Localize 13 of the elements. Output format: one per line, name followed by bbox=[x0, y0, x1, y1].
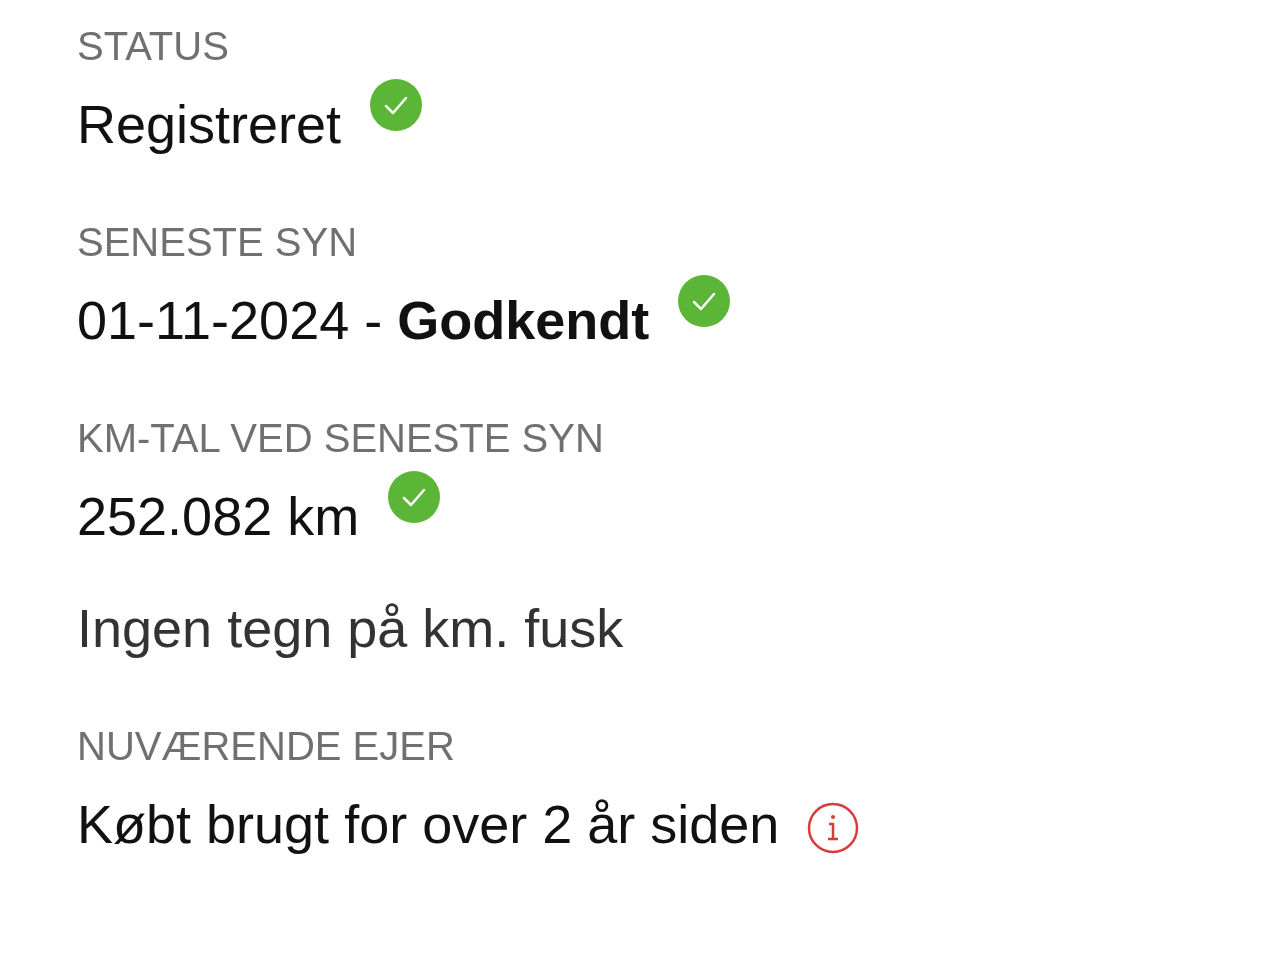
note-text: Ingen tegn på km. fusk bbox=[77, 597, 624, 660]
field-value: Købt brugt for over 2 år siden bbox=[77, 793, 780, 856]
info-icon bbox=[807, 802, 860, 854]
checkmark-icon bbox=[387, 470, 442, 524]
field-label: SENESTE SYN bbox=[77, 219, 359, 266]
checkmark-icon bbox=[677, 274, 732, 328]
field-value: 01-11-2024 - Godkendt bbox=[77, 289, 650, 352]
field-value: Registreret bbox=[77, 93, 342, 156]
field-value: 252.082 km bbox=[77, 485, 360, 548]
field-label: STATUS bbox=[77, 23, 230, 70]
field-label: KM-TAL VED SENESTE SYN bbox=[77, 415, 605, 462]
field-label: NUVÆRENDE EJER bbox=[77, 723, 456, 770]
checkmark-icon bbox=[369, 78, 424, 132]
